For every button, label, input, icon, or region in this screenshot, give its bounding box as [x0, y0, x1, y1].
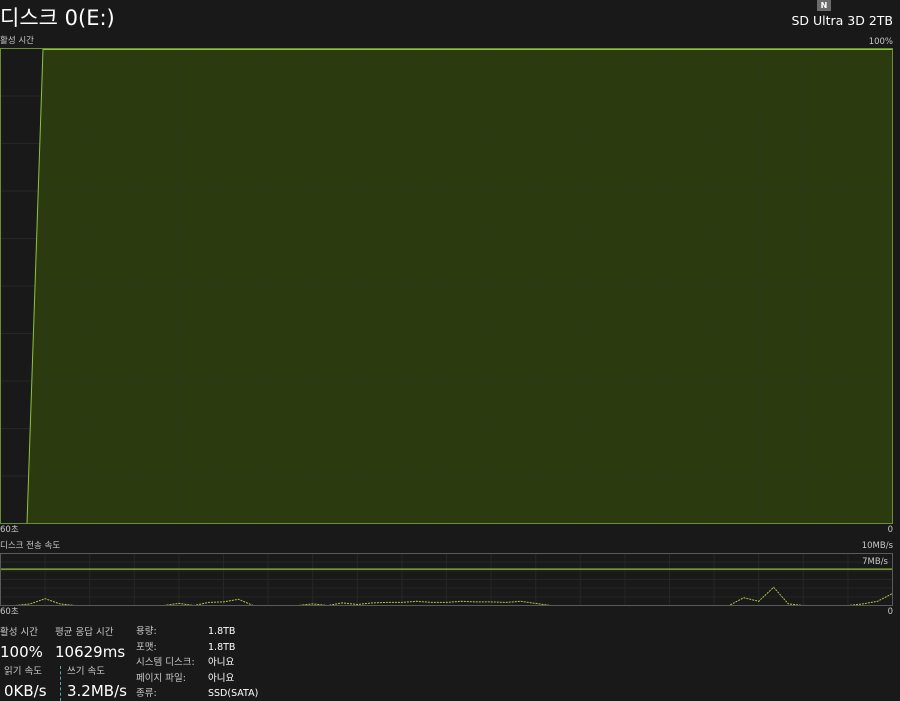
transfer-graph-time-left: 60초 — [0, 607, 19, 617]
read-speed-label: 읽기 속도 — [4, 666, 42, 677]
read-speed-value: 0KB/s — [4, 682, 47, 700]
transfer-rate-graph — [0, 553, 893, 606]
stat-write-speed: 쓰기 속도 3.2MB/s — [60, 666, 127, 701]
info-value: 아니요 — [208, 672, 235, 684]
write-speed-label: 쓰기 속도 — [67, 666, 105, 677]
disk-info-list: 용량: 1.8TB 포맷: 1.8TB 시스템 디스크: 아니요 페이지 파일: 아니요 종류:… — [136, 624, 258, 701]
info-key: 시스템 디스크: — [136, 657, 195, 668]
info-value: 아니요 — [208, 657, 235, 668]
info-value: SSD(SATA) — [208, 688, 259, 699]
activity-time-graph — [0, 48, 893, 524]
stat-response-time: 평균 응답 시간 10629ms — [55, 627, 125, 662]
active-time-value: 100% — [0, 643, 43, 661]
activity-graph-time-right: 0 — [887, 525, 893, 535]
info-key: 페이지 파일: — [136, 672, 186, 684]
write-speed-value: 3.2MB/s — [67, 682, 127, 700]
transfer-graph-line-label: 7MB/s — [862, 557, 888, 567]
stat-read-speed: 읽기 속도 0KB/s — [4, 666, 47, 701]
page-title: 디스크 0(E:) — [0, 6, 115, 30]
info-key: 용량: — [136, 626, 157, 637]
info-key: 포맷: — [136, 641, 157, 653]
response-time-value: 10629ms — [55, 643, 126, 661]
stat-active-time: 활성 시간 100% — [0, 627, 43, 662]
activity-graph-max-label: 100% — [868, 37, 893, 47]
info-value: 1.8TB — [208, 626, 236, 637]
disk-performance-panel: 디스크 0(E:) N SD Ultra 3D 2TB 활성 시간 100% 6… — [0, 0, 900, 701]
response-time-label: 평균 응답 시간 — [55, 627, 114, 638]
activity-graph-time-left: 60초 — [0, 525, 19, 535]
transfer-graph-time-right: 0 — [887, 607, 893, 617]
activity-graph-label: 활성 시간 — [0, 36, 34, 46]
info-value: 1.8TB — [208, 641, 236, 653]
disk-model-name: SD Ultra 3D 2TB — [791, 13, 893, 28]
n-badge: N — [817, 0, 831, 11]
transfer-graph-label: 디스크 전송 속도 — [0, 541, 61, 551]
active-time-label: 활성 시간 — [0, 627, 38, 638]
transfer-graph-max-label: 10MB/s — [861, 541, 893, 551]
info-key: 종류: — [136, 688, 157, 699]
